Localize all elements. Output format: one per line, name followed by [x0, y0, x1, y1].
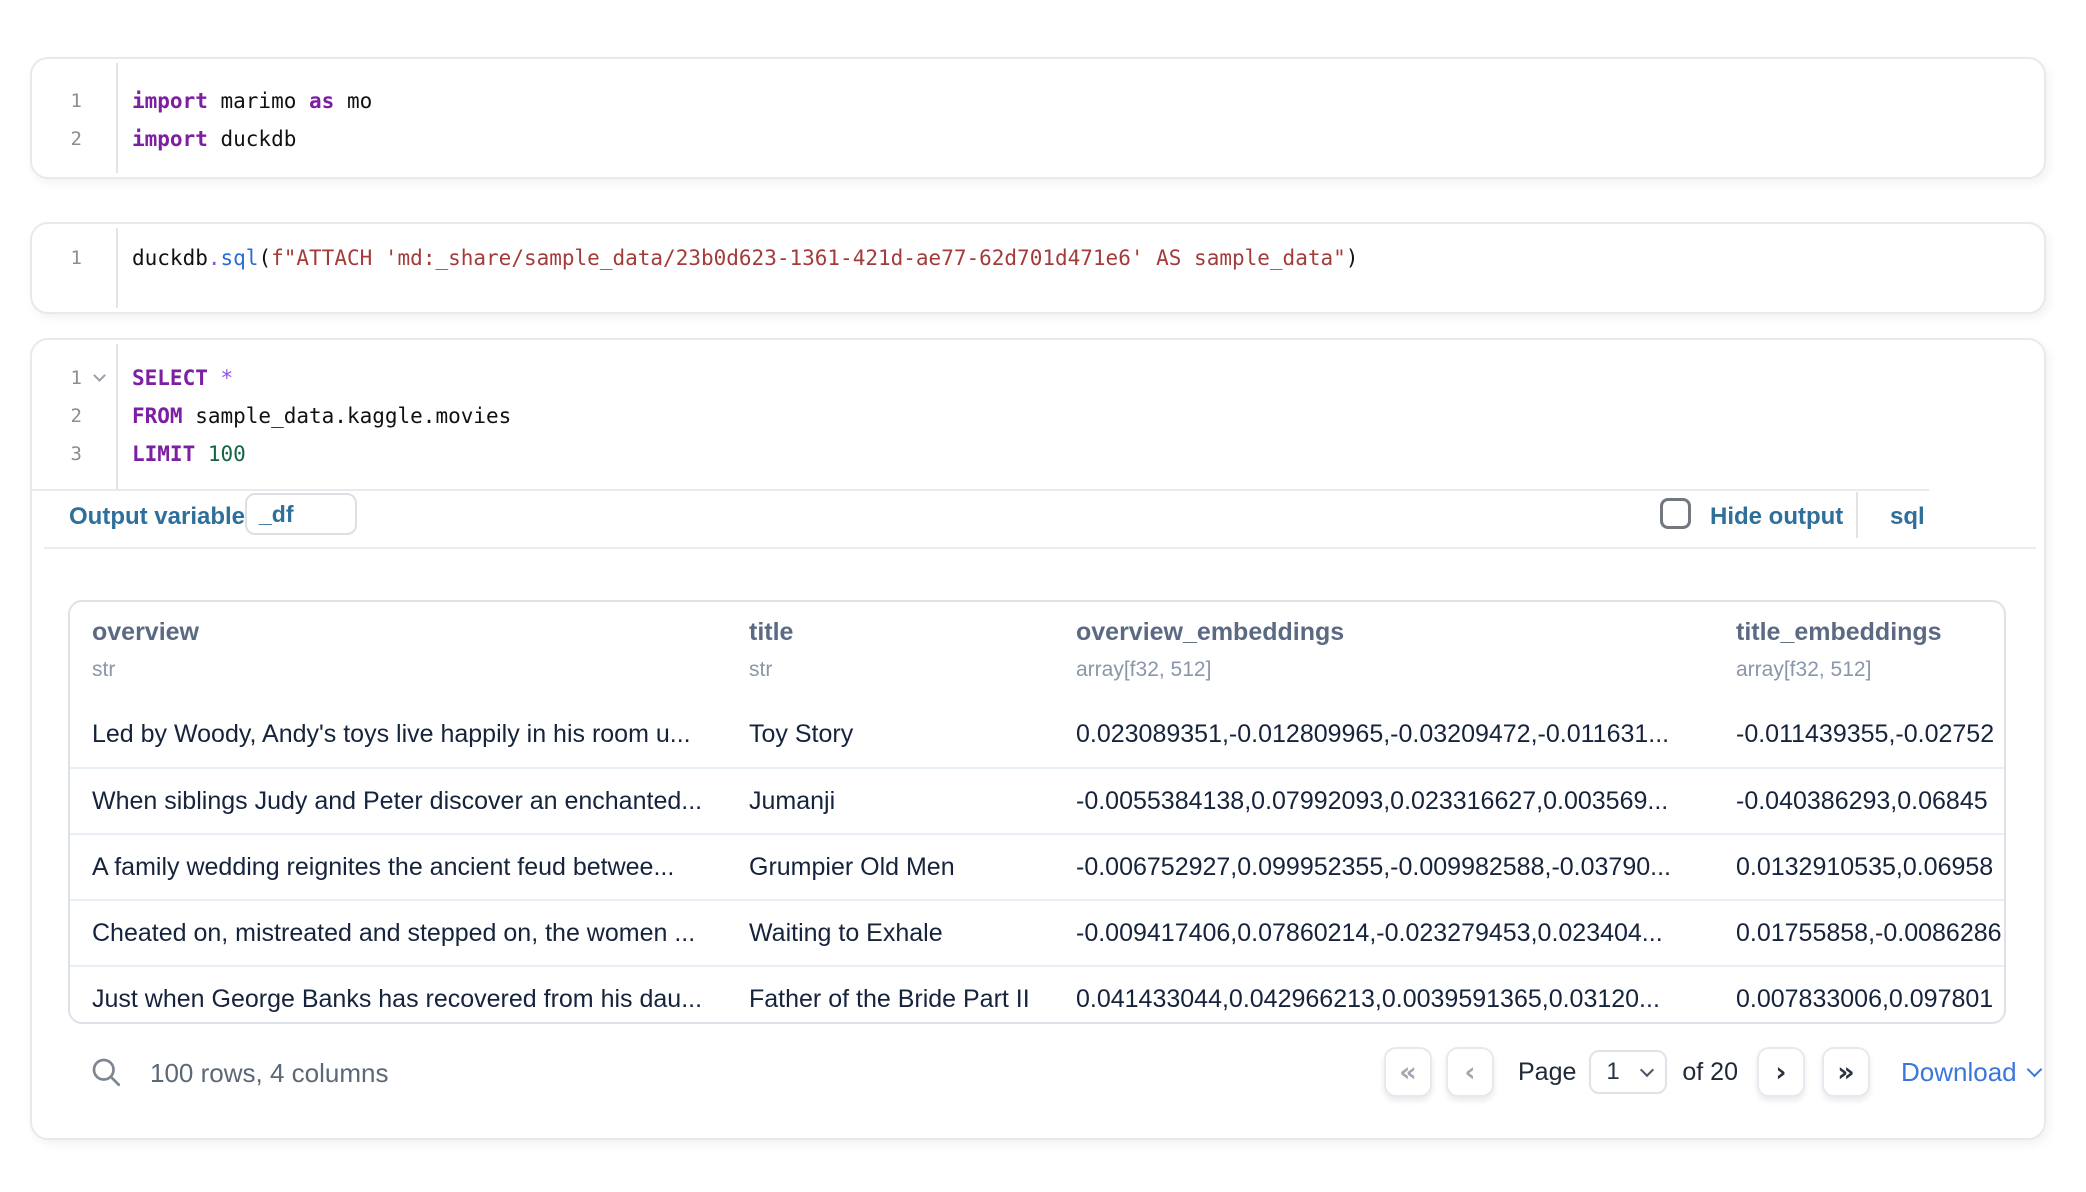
code-text: FROM sample_data.kaggle.movies — [116, 397, 511, 435]
table-row[interactable]: Just when George Banks has recovered fro… — [70, 965, 2004, 1024]
column-header-overview[interactable]: overview str — [70, 618, 727, 701]
cell-overview: A family wedding reignites the ancient f… — [70, 853, 727, 882]
cell-title: Grumpier Old Men — [727, 853, 1054, 882]
output-variable-input[interactable]: _df — [245, 493, 357, 535]
download-menu[interactable]: Download — [1901, 1057, 2040, 1088]
cell-overview: Cheated on, mistreated and stepped on, t… — [70, 919, 727, 948]
previous-page-button[interactable]: ‹ — [1446, 1047, 1494, 1097]
hide-output-label[interactable]: Hide output — [1710, 503, 1843, 531]
cell-title-embeddings: 0.01755858,-0.0086286 — [1714, 919, 2004, 948]
cell-overview-embeddings: -0.0055384138,0.07992093,0.023316627,0.0… — [1054, 787, 1714, 816]
page-select-value: 1 — [1591, 1058, 1619, 1086]
table-row[interactable]: Led by Woody, Andy's toys live happily i… — [70, 701, 2004, 767]
page-select[interactable]: 1 — [1589, 1050, 1667, 1094]
cell-overview-embeddings: 0.041433044,0.042966213,0.0039591365,0.0… — [1054, 985, 1714, 1014]
first-page-button[interactable]: « — [1384, 1047, 1432, 1097]
column-header-title[interactable]: title str — [727, 618, 1054, 701]
fold-slot — [82, 120, 116, 158]
column-name: title — [749, 618, 1054, 647]
code-cell-attach[interactable]: 1 duckdb.sql(f"ATTACH 'md:_share/sample_… — [30, 222, 2046, 314]
line-number: 1 — [32, 359, 82, 397]
code-text: import marimo as mo — [116, 82, 372, 120]
cell-title-embeddings: 0.007833006,0.097801 — [1714, 985, 2004, 1014]
page-label: Page — [1518, 1058, 1576, 1087]
fold-slot — [82, 239, 116, 277]
chevron-down-icon — [1640, 1062, 1654, 1076]
column-type: str — [92, 658, 727, 682]
cell-title: Waiting to Exhale — [727, 919, 1054, 948]
cell-overview-embeddings: -0.009417406,0.07860214,-0.023279453,0.0… — [1054, 919, 1714, 948]
cell-overview-embeddings: -0.006752927,0.099952355,-0.009982588,-0… — [1054, 853, 1714, 882]
cell-overview: Just when George Banks has recovered fro… — [70, 985, 727, 1014]
cell-overview-embeddings: 0.023089351,-0.012809965,-0.03209472,-0.… — [1054, 720, 1714, 749]
code-editor[interactable]: 1 import marimo as mo 2 import duckdb — [32, 59, 2044, 158]
cell-title-embeddings: -0.011439355,-0.02752 — [1714, 720, 2004, 749]
sql-cell[interactable]: 1 SELECT * 2 FROM sample_data.kaggle.mov… — [30, 338, 2046, 1140]
last-page-button[interactable]: » — [1822, 1047, 1870, 1097]
code-text: LIMIT 100 — [116, 435, 246, 473]
fold-toggle[interactable] — [82, 359, 116, 397]
fold-slot — [82, 397, 116, 435]
column-type: str — [749, 658, 1054, 682]
output-variable-label: Output variable: — [69, 503, 253, 531]
table-row[interactable]: A family wedding reignites the ancient f… — [70, 833, 2004, 899]
line-number: 2 — [32, 120, 82, 158]
line-number: 3 — [32, 435, 82, 473]
table-row[interactable]: When siblings Judy and Peter discover an… — [70, 767, 2004, 833]
code-cell-imports[interactable]: 1 import marimo as mo 2 import duckdb — [30, 57, 2046, 179]
cell-overview: Led by Woody, Andy's toys live happily i… — [70, 720, 727, 749]
cell-overview: When siblings Judy and Peter discover an… — [70, 787, 727, 816]
column-header-overview-embeddings[interactable]: overview_embeddings array[f32, 512] — [1054, 618, 1714, 701]
divider — [44, 547, 2036, 549]
hide-output-checkbox[interactable] — [1660, 498, 1691, 529]
column-type: array[f32, 512] — [1076, 658, 1714, 682]
fold-slot — [82, 82, 116, 120]
cell-title-embeddings: -0.040386293,0.06845 — [1714, 787, 2004, 816]
code-text: SELECT * — [116, 359, 233, 397]
column-name: overview — [92, 618, 727, 647]
cell-title: Jumanji — [727, 787, 1054, 816]
divider — [32, 489, 1929, 491]
column-header-title-embeddings[interactable]: title_embeddings array[f32, 512] — [1714, 618, 2004, 701]
next-page-button[interactable]: › — [1757, 1047, 1805, 1097]
fold-slot — [82, 435, 116, 473]
pagination: « ‹ Page 1 of 20 › » Download — [1384, 1046, 2040, 1098]
code-line: 1 duckdb.sql(f"ATTACH 'md:_share/sample_… — [32, 239, 2044, 277]
dataframe-table: overview str title str overview_embeddin… — [68, 600, 2006, 1024]
chevron-down-icon — [93, 369, 106, 382]
line-number: 1 — [32, 82, 82, 120]
column-type: array[f32, 512] — [1736, 658, 2004, 682]
code-line: 3 LIMIT 100 — [32, 435, 2044, 473]
code-line: 1 import marimo as mo — [32, 82, 2044, 120]
code-line: 1 SELECT * — [32, 359, 2044, 397]
total-pages-label: of 20 — [1682, 1058, 1738, 1087]
code-line: 2 import duckdb — [32, 120, 2044, 158]
column-name: overview_embeddings — [1076, 618, 1714, 647]
code-editor[interactable]: 1 SELECT * 2 FROM sample_data.kaggle.mov… — [32, 340, 2044, 473]
table-header: overview str title str overview_embeddin… — [70, 602, 2004, 701]
code-line: 2 FROM sample_data.kaggle.movies — [32, 397, 2044, 435]
language-badge-sql[interactable]: sql — [1890, 503, 1925, 531]
cell-title-embeddings: 0.0132910535,0.06958 — [1714, 853, 2004, 882]
row-count-summary: 100 rows, 4 columns — [150, 1058, 388, 1089]
marimo-notebook: 1 import marimo as mo 2 import duckdb 1 … — [0, 0, 2086, 1192]
chevron-down-icon — [2026, 1062, 2042, 1078]
cell-title: Toy Story — [727, 720, 1054, 749]
table-row[interactable]: Cheated on, mistreated and stepped on, t… — [70, 899, 2004, 965]
line-number: 2 — [32, 397, 82, 435]
column-name: title_embeddings — [1736, 618, 2004, 647]
line-number: 1 — [32, 239, 82, 277]
code-editor[interactable]: 1 duckdb.sql(f"ATTACH 'md:_share/sample_… — [32, 224, 2044, 277]
code-text: import duckdb — [116, 120, 296, 158]
cell-title: Father of the Bride Part II — [727, 985, 1054, 1014]
download-label: Download — [1901, 1057, 2017, 1088]
code-text: duckdb.sql(f"ATTACH 'md:_share/sample_da… — [116, 239, 1358, 277]
search-icon[interactable] — [88, 1054, 124, 1090]
divider — [1856, 492, 1858, 538]
